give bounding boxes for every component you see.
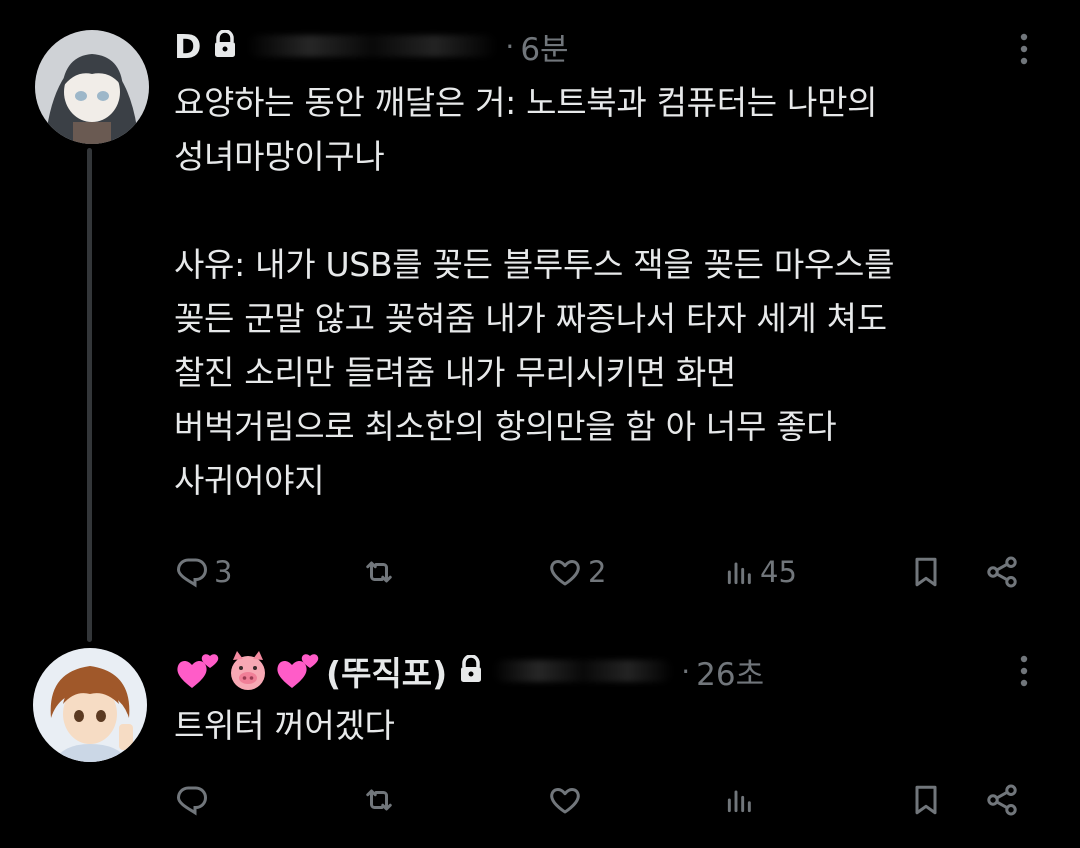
bookmark-button[interactable]	[908, 547, 944, 597]
tweet-actions: 3 2 45	[174, 547, 1034, 597]
tweet-actions	[174, 775, 1034, 825]
retweet-button[interactable]	[360, 775, 402, 825]
thread-connector-line	[87, 148, 92, 642]
display-name[interactable]: (뚜직포)	[326, 647, 447, 695]
like-icon	[546, 554, 584, 590]
more-icon[interactable]	[1014, 652, 1034, 692]
views-icon	[724, 782, 756, 818]
views-icon	[724, 554, 756, 590]
share-button[interactable]	[984, 547, 1020, 597]
like-button[interactable]	[546, 775, 588, 825]
share-icon	[984, 782, 1020, 818]
two-hearts-icon	[177, 654, 219, 688]
separator-dot: ·	[681, 654, 691, 688]
pig-face-icon	[231, 651, 265, 690]
reply-count: 3	[214, 555, 233, 589]
bookmark-icon	[908, 553, 944, 591]
tweet-text: 트위터 꺼어겠다	[174, 706, 395, 745]
lock-icon	[213, 29, 237, 62]
retweet-icon	[360, 554, 398, 590]
like-count: 2	[588, 555, 607, 589]
display-name[interactable]: D	[174, 27, 201, 66]
view-count: 45	[760, 555, 797, 589]
redacted-handle	[493, 660, 674, 682]
share-button[interactable]	[984, 775, 1020, 825]
tweet-thread: D · 6분 요양하는 동안 깨달은 거: 노트북과 컴퓨터는 나만의 성녀마망…	[0, 0, 1080, 848]
share-icon	[984, 554, 1020, 590]
retweet-icon	[360, 782, 398, 818]
tweet-text: 요양하는 동안 깨달은 거: 노트북과 컴퓨터는 나만의 성녀마망이구나 사유:…	[174, 83, 895, 500]
reply-button[interactable]: 3	[174, 547, 232, 597]
bookmark-button[interactable]	[908, 775, 944, 825]
views-button[interactable]	[724, 775, 760, 825]
timestamp[interactable]: 6분	[520, 24, 568, 69]
views-button[interactable]: 45	[724, 547, 797, 597]
reply-button[interactable]	[174, 775, 214, 825]
tweet-header: (뚜직포) · 26초	[174, 646, 764, 696]
two-hearts-icon	[277, 654, 319, 688]
lock-icon	[459, 654, 483, 687]
avatar-image	[33, 648, 147, 762]
retweet-button[interactable]	[360, 547, 402, 597]
avatar[interactable]	[33, 648, 147, 762]
reply-icon	[174, 782, 210, 818]
bookmark-icon	[908, 781, 944, 819]
name-emoji-group	[174, 648, 322, 694]
redacted-handle	[247, 35, 498, 57]
tweet-header: D · 6분	[174, 24, 569, 68]
more-icon[interactable]	[1014, 30, 1034, 70]
separator-dot: ·	[505, 29, 515, 63]
timestamp[interactable]: 26초	[696, 649, 764, 694]
like-icon	[546, 782, 584, 818]
like-button[interactable]: 2	[546, 547, 606, 597]
reply-icon	[174, 554, 210, 590]
avatar-image	[35, 30, 149, 144]
avatar[interactable]	[35, 30, 149, 144]
